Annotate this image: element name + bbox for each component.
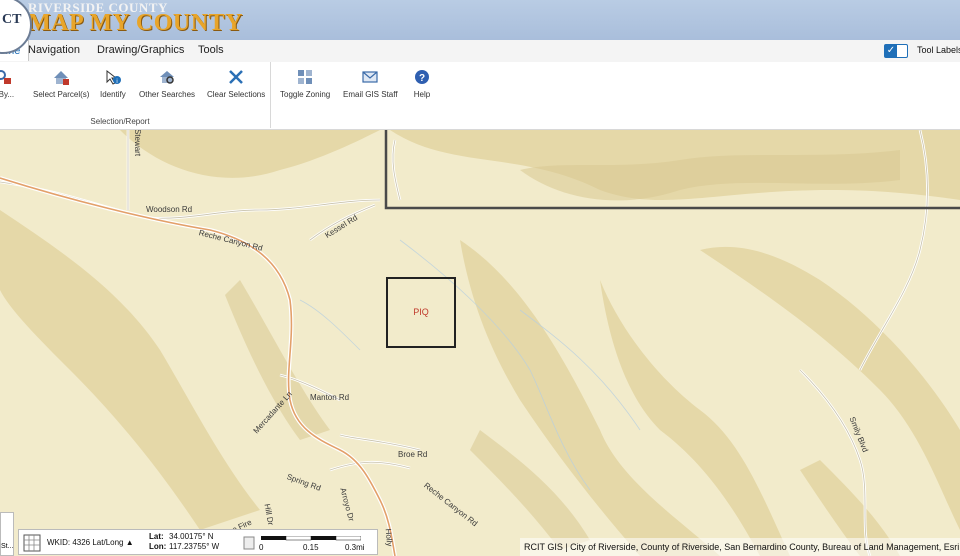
road-label-manton: Manton Rd [310,393,350,402]
app-title: MAP MY COUNTY [28,10,243,36]
search-by-button[interactable]: h By... [0,68,14,99]
left-stub-label: St... [1,543,14,550]
email-icon [362,71,378,83]
tab-navigation[interactable]: Navigation [28,44,80,56]
help-icon: ? [415,70,429,84]
map-canvas[interactable]: Stewart Woodson Rd Reche Canyon Rd Kesse… [0,130,960,556]
svg-text:i: i [116,79,117,85]
scale-label-mid: 0.15 [303,543,319,552]
select-parcels-button[interactable]: Select Parcel(s) [33,68,89,99]
coordinate-status-bar: WKID: 4326 Lat/Long ▲ Lat: 34.00175° N L… [18,529,378,555]
road-label-stewart: Stewart [133,130,143,157]
search-by-icon [0,70,12,84]
other-searches-label: Other Searches [139,90,196,99]
help-label: Help [413,90,431,99]
ribbon-tab-bar: ome Navigation Drawing/Graphics Tools ✓ … [0,40,960,63]
select-parcels-label: Select Parcel(s) [33,90,90,99]
piq-parcel-outline[interactable]: PIQ [386,277,456,348]
group-title: Selection/Report [90,117,150,126]
toggle-zoning-button[interactable]: Toggle Zoning [280,68,330,99]
lat-lon-readout: Lat: 34.00175° N Lon: 117.23755° W [149,532,219,552]
road-label-holly: Holly [383,528,395,547]
other-searches-button[interactable]: Other Searches [139,68,195,99]
grid-icon [298,70,313,84]
tab-drawing-graphics[interactable]: Drawing/Graphics [97,44,184,56]
terrain-map-graphics [0,130,960,556]
tool-labels-label: Tool Labels [917,45,960,55]
toggle-zoning-label: Toggle Zoning [280,90,331,99]
clear-x-icon [229,70,244,84]
tab-tools[interactable]: Tools [198,44,224,56]
scale-toggle-icon[interactable] [243,536,255,550]
logo-text: CT [2,12,22,27]
lat-value: 34.00175° N [169,532,214,541]
scale-bar: 0 0.15 0.3mi [257,534,375,552]
identify-icon: i [106,69,121,85]
svg-text:?: ? [419,73,425,84]
select-parcel-icon [54,71,70,85]
map-attribution: RCIT GIS | City of Riverside, County of … [520,538,960,556]
scale-label-end: 0.3mi [345,543,365,552]
lat-label: Lat: [149,532,164,541]
left-panel-stub[interactable]: St... [0,512,14,556]
scale-label-0: 0 [259,543,264,552]
identify-button[interactable]: i Identify [100,68,126,99]
road-label-broe: Broe Rd [398,450,428,459]
other-searches-icon [160,71,175,84]
wkid-selector[interactable]: WKID: 4326 Lat/Long ▲ [47,538,134,547]
coordinate-grid-icon[interactable] [23,534,41,552]
search-by-label: h By... [0,90,15,99]
lon-value: 117.23755° W [169,542,220,551]
identify-label: Identify [100,90,126,99]
app-header: CT RIVERSIDE COUNTY MAP MY COUNTY [0,0,960,54]
check-icon: ✓ [885,45,897,57]
ribbon-toolbar: Selection/Report h By... Select Parcel(s… [0,62,960,130]
lon-label: Lon: [149,542,167,551]
email-gis-staff-label: Email GIS Staff [343,90,398,99]
clear-selections-label: Clear Selections [207,90,266,99]
tool-labels-toggle[interactable]: ✓ [884,44,908,58]
help-button[interactable]: ? Help [413,68,431,99]
piq-label: PIQ [413,307,429,317]
clear-selections-button[interactable]: Clear Selections [207,68,265,99]
road-label-woodson: Woodson Rd [146,205,193,214]
email-gis-staff-button[interactable]: Email GIS Staff [343,68,398,99]
